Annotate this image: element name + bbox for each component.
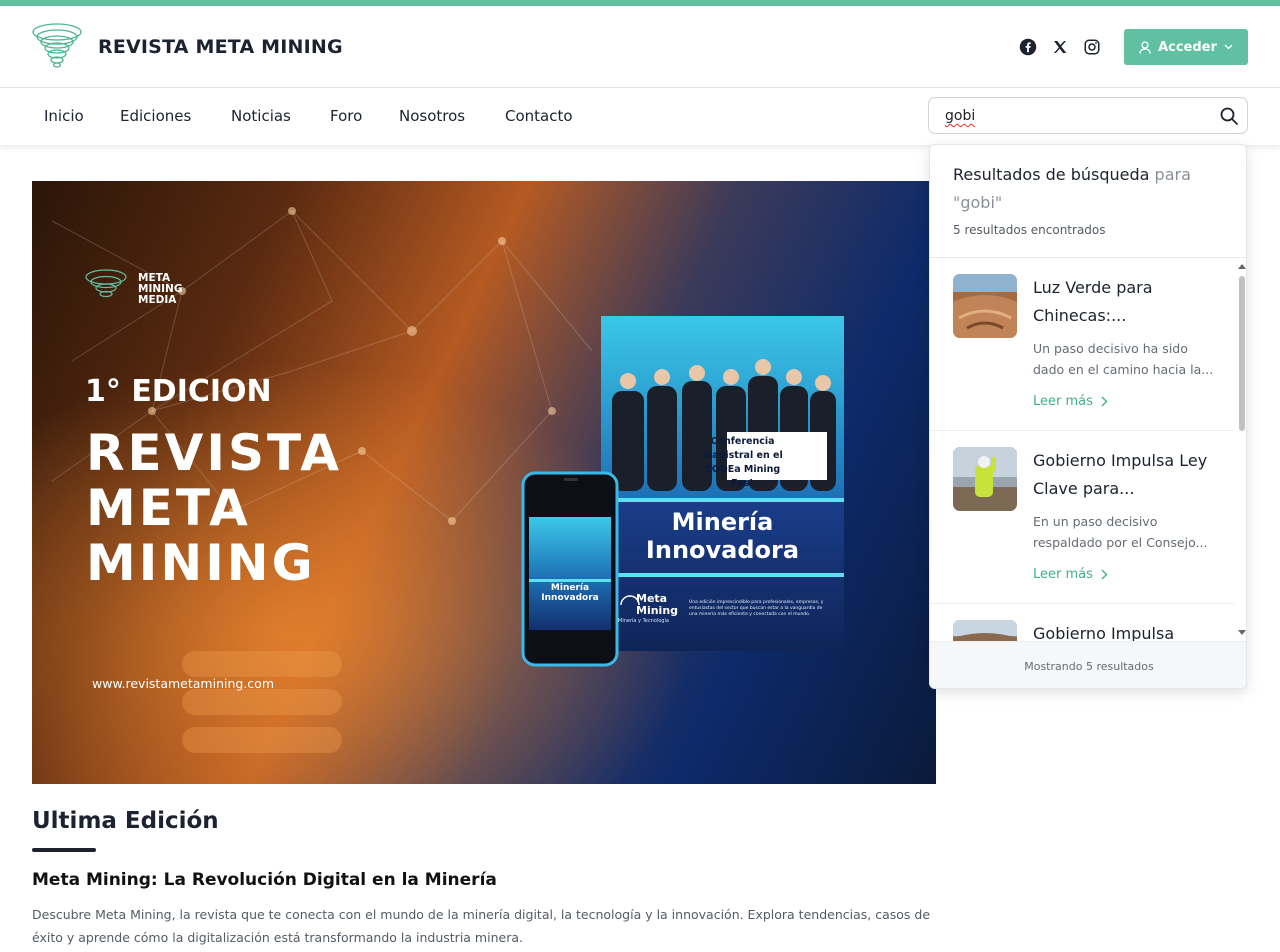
- scrollbar-thumb[interactable]: [1239, 276, 1245, 431]
- login-label: Acceder: [1158, 39, 1217, 55]
- user-icon: [1139, 40, 1151, 54]
- section-title: Ultima Edición: [32, 808, 219, 834]
- article-description: Descubre Meta Mining, la revista que te …: [32, 907, 931, 945]
- result-thumbnail[interactable]: [953, 620, 1017, 641]
- article-title[interactable]: Meta Mining: La Revolución Digital en la…: [32, 870, 497, 890]
- nav-item-foro[interactable]: Foro: [330, 107, 362, 125]
- nav-item-ediciones[interactable]: Ediciones: [120, 107, 191, 125]
- result-title[interactable]: Gobierno Impulsa Ley Clave para...: [1033, 447, 1223, 503]
- read-more-link[interactable]: Leer más: [1033, 567, 1108, 582]
- cover-conference: Conferencia magistral en el CODEa Mining…: [702, 436, 783, 489]
- results-scrollbar[interactable]: [1236, 258, 1247, 641]
- section-divider: [32, 848, 96, 852]
- login-button[interactable]: Acceder: [1124, 29, 1248, 65]
- search-results-list: Luz Verde para Chinecas:... Un paso deci…: [930, 258, 1246, 641]
- result-description: En un paso decisivo respaldado por el Co…: [1033, 514, 1208, 550]
- result-title[interactable]: Gobierno Impulsa: [1033, 620, 1223, 641]
- instagram-icon[interactable]: [1082, 37, 1102, 57]
- result-thumbnail[interactable]: [953, 447, 1017, 511]
- search-result-item[interactable]: Gobierno Impulsa: [930, 604, 1234, 641]
- hero-brand: META MINING MEDIA: [138, 272, 183, 306]
- chevron-right-icon: [1101, 569, 1108, 580]
- search-icon[interactable]: [1219, 106, 1239, 126]
- search-results-header: Resultados de búsqueda para "gobi" 5 res…: [930, 145, 1246, 258]
- facebook-icon[interactable]: [1018, 37, 1038, 57]
- cover-brand: Meta Mining: [636, 592, 679, 617]
- nav-item-contacto[interactable]: Contacto: [505, 107, 573, 125]
- hero-headline: REVISTA META MINING: [86, 424, 342, 592]
- search-results-dropdown: Resultados de búsqueda para "gobi" 5 res…: [929, 144, 1247, 689]
- nav-item-nosotros[interactable]: Nosotros: [399, 107, 465, 125]
- x-icon[interactable]: [1050, 37, 1070, 57]
- search-results-footer: Mostrando 5 resultados: [930, 641, 1246, 688]
- hero-edition: 1° EDICION: [85, 374, 272, 409]
- site-title[interactable]: REVISTA META MINING: [98, 36, 343, 58]
- search-result-item[interactable]: Luz Verde para Chinecas:... Un paso deci…: [930, 258, 1234, 431]
- result-thumbnail[interactable]: [953, 274, 1017, 338]
- hero-url: www.revistametamining.com: [92, 676, 274, 691]
- cover-blurb: Una edición imprescindible para profesio…: [689, 600, 824, 617]
- chevron-right-icon: [1101, 396, 1108, 407]
- scroll-up-icon[interactable]: [1236, 262, 1247, 272]
- cover-title: Minería Innovadora: [645, 508, 800, 564]
- read-more-link[interactable]: Leer más: [1033, 394, 1108, 409]
- search-result-item[interactable]: Gobierno Impulsa Ley Clave para... En un…: [930, 431, 1234, 604]
- search-results-title: Resultados de búsqueda para "gobi": [953, 165, 1191, 212]
- search-input[interactable]: gobi: [928, 97, 1248, 134]
- site-header: REVISTA META MINING Acceder: [0, 6, 1280, 88]
- cover-brand-sub: Minería y Tecnología: [618, 618, 669, 624]
- result-title[interactable]: Luz Verde para Chinecas:...: [1033, 274, 1223, 330]
- nav-item-inicio[interactable]: Inicio: [44, 107, 84, 125]
- search-results-count: 5 resultados encontrados: [953, 223, 1106, 237]
- site-logo[interactable]: [30, 20, 84, 74]
- scroll-down-icon[interactable]: [1236, 627, 1247, 637]
- phone-title: Minería Innovadora: [541, 583, 599, 603]
- search-value: gobi: [945, 108, 976, 124]
- chevron-down-icon: [1224, 44, 1233, 50]
- hero-banner[interactable]: META MINING MEDIA 1° EDICION REVISTA MET…: [32, 181, 936, 784]
- nav-item-noticias[interactable]: Noticias: [231, 107, 291, 125]
- result-description: Un paso decisivo ha sido dado en el cami…: [1033, 341, 1214, 377]
